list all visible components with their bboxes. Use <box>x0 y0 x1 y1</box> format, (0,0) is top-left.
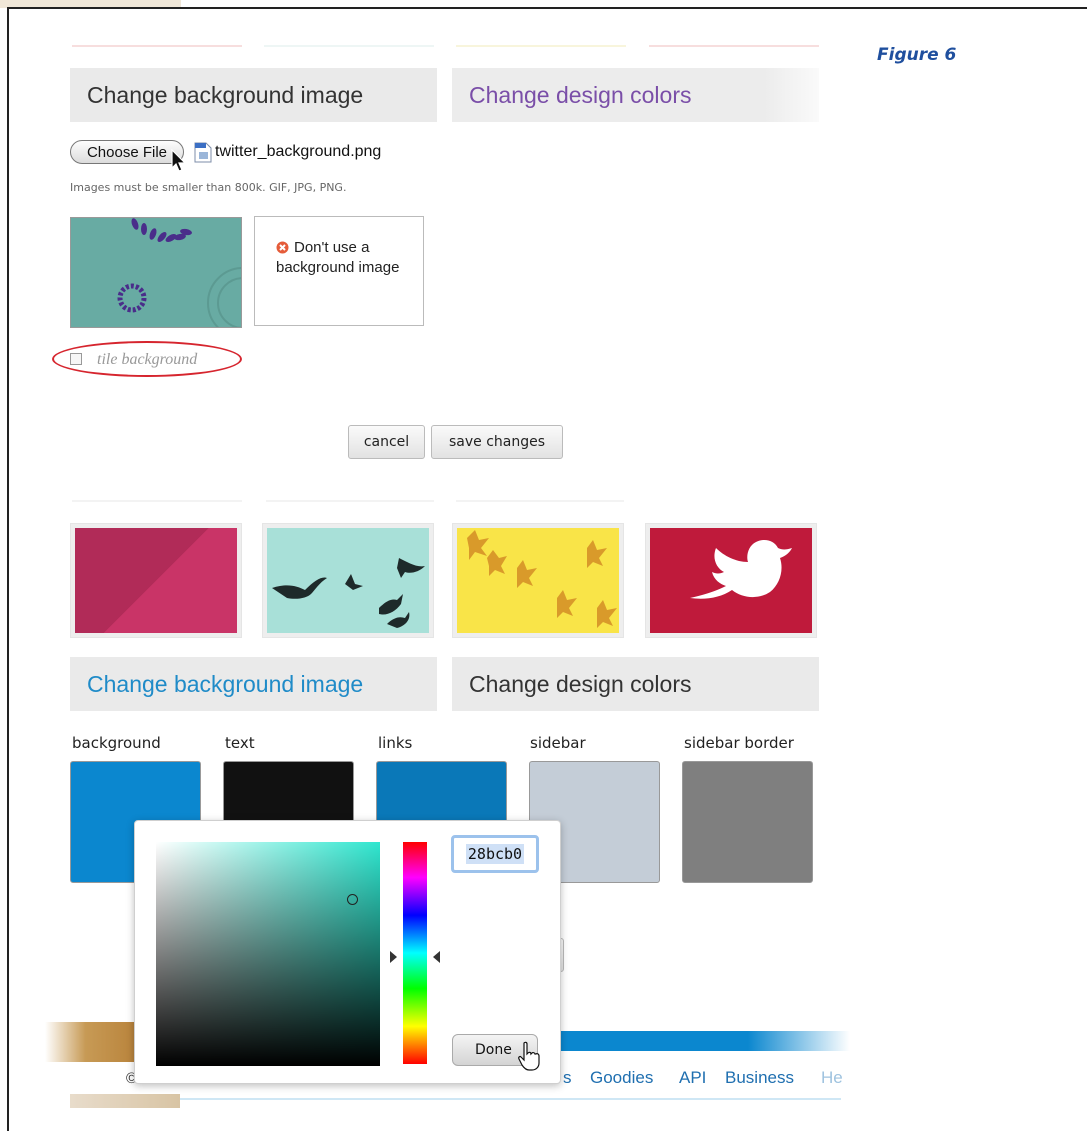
theme-birds[interactable] <box>262 523 434 638</box>
footer-leaf-image <box>70 1094 180 1108</box>
save-changes-button[interactable]: save changes <box>431 425 563 459</box>
theme-strip <box>456 500 624 502</box>
swatch-label-background: background <box>72 734 161 752</box>
leaves-image <box>467 530 617 628</box>
theme-strip <box>456 45 626 47</box>
swatch-label-sidebar-border: sidebar border <box>684 734 794 752</box>
theme-yellow-leaves[interactable] <box>452 523 624 638</box>
choose-file-button[interactable]: Choose File <box>70 140 184 164</box>
tab-change-design-colors[interactable]: Change design colors <box>452 68 819 122</box>
cancel-button[interactable]: cancel <box>348 425 425 459</box>
color-cursor-handle[interactable] <box>347 894 358 905</box>
background-thumbnail[interactable] <box>70 217 242 328</box>
swatch-label-sidebar: sidebar <box>530 734 586 752</box>
swatch-label-text: text <box>225 734 255 752</box>
hand-pointer-icon <box>518 1041 540 1071</box>
theme-strip <box>266 500 434 502</box>
saturation-value-square[interactable] <box>156 842 380 1066</box>
tab-change-background-image[interactable]: Change background image <box>70 657 437 711</box>
png-file-icon <box>194 142 212 163</box>
upload-hint: Images must be smaller than 800k. GIF, J… <box>70 181 347 194</box>
footer-link-api[interactable]: API <box>679 1068 706 1088</box>
footer-link-help[interactable]: He <box>821 1068 843 1088</box>
theme-strip <box>72 500 242 502</box>
arrow-cursor-icon <box>171 149 187 172</box>
theme-strip <box>264 45 434 47</box>
theme-strip <box>649 45 819 47</box>
figure-label: Figure 6 <box>877 45 957 65</box>
hue-arrow-right-icon[interactable] <box>433 951 440 963</box>
no-background-label: Don't use a background image <box>276 239 400 276</box>
theme-strip <box>72 45 242 47</box>
swatch-label-links: links <box>378 734 413 752</box>
footer-link-business[interactable]: Business <box>725 1068 794 1088</box>
tab-change-design-colors[interactable]: Change design colors <box>452 657 819 711</box>
theme-pink[interactable] <box>70 523 242 638</box>
tile-background-label: tile background <box>97 351 198 368</box>
twitter-bird-image <box>690 540 792 599</box>
pink-diagonal-image <box>75 528 237 633</box>
teal-pattern-image <box>71 218 241 327</box>
hex-value: 28bcb0 <box>465 844 525 864</box>
tile-background-checkbox[interactable] <box>70 353 82 365</box>
hue-arrow-left-icon[interactable] <box>390 951 397 963</box>
selected-file-name: twitter_background.png <box>215 143 382 160</box>
no-background-option[interactable]: Don't use a background image <box>254 216 424 326</box>
color-picker-popup: 28bcb0 Done <box>134 820 561 1084</box>
footer-link-goodies[interactable]: Goodies <box>590 1068 653 1088</box>
tab-change-background-image[interactable]: Change background image <box>70 68 437 122</box>
hue-slider[interactable] <box>403 842 427 1064</box>
birds-image <box>272 558 425 628</box>
theme-red-bird[interactable] <box>645 523 817 638</box>
swatch-sidebar-border[interactable] <box>682 761 813 883</box>
footer-link-partial[interactable]: s <box>563 1068 572 1088</box>
hex-color-input[interactable]: 28bcb0 <box>451 835 539 873</box>
